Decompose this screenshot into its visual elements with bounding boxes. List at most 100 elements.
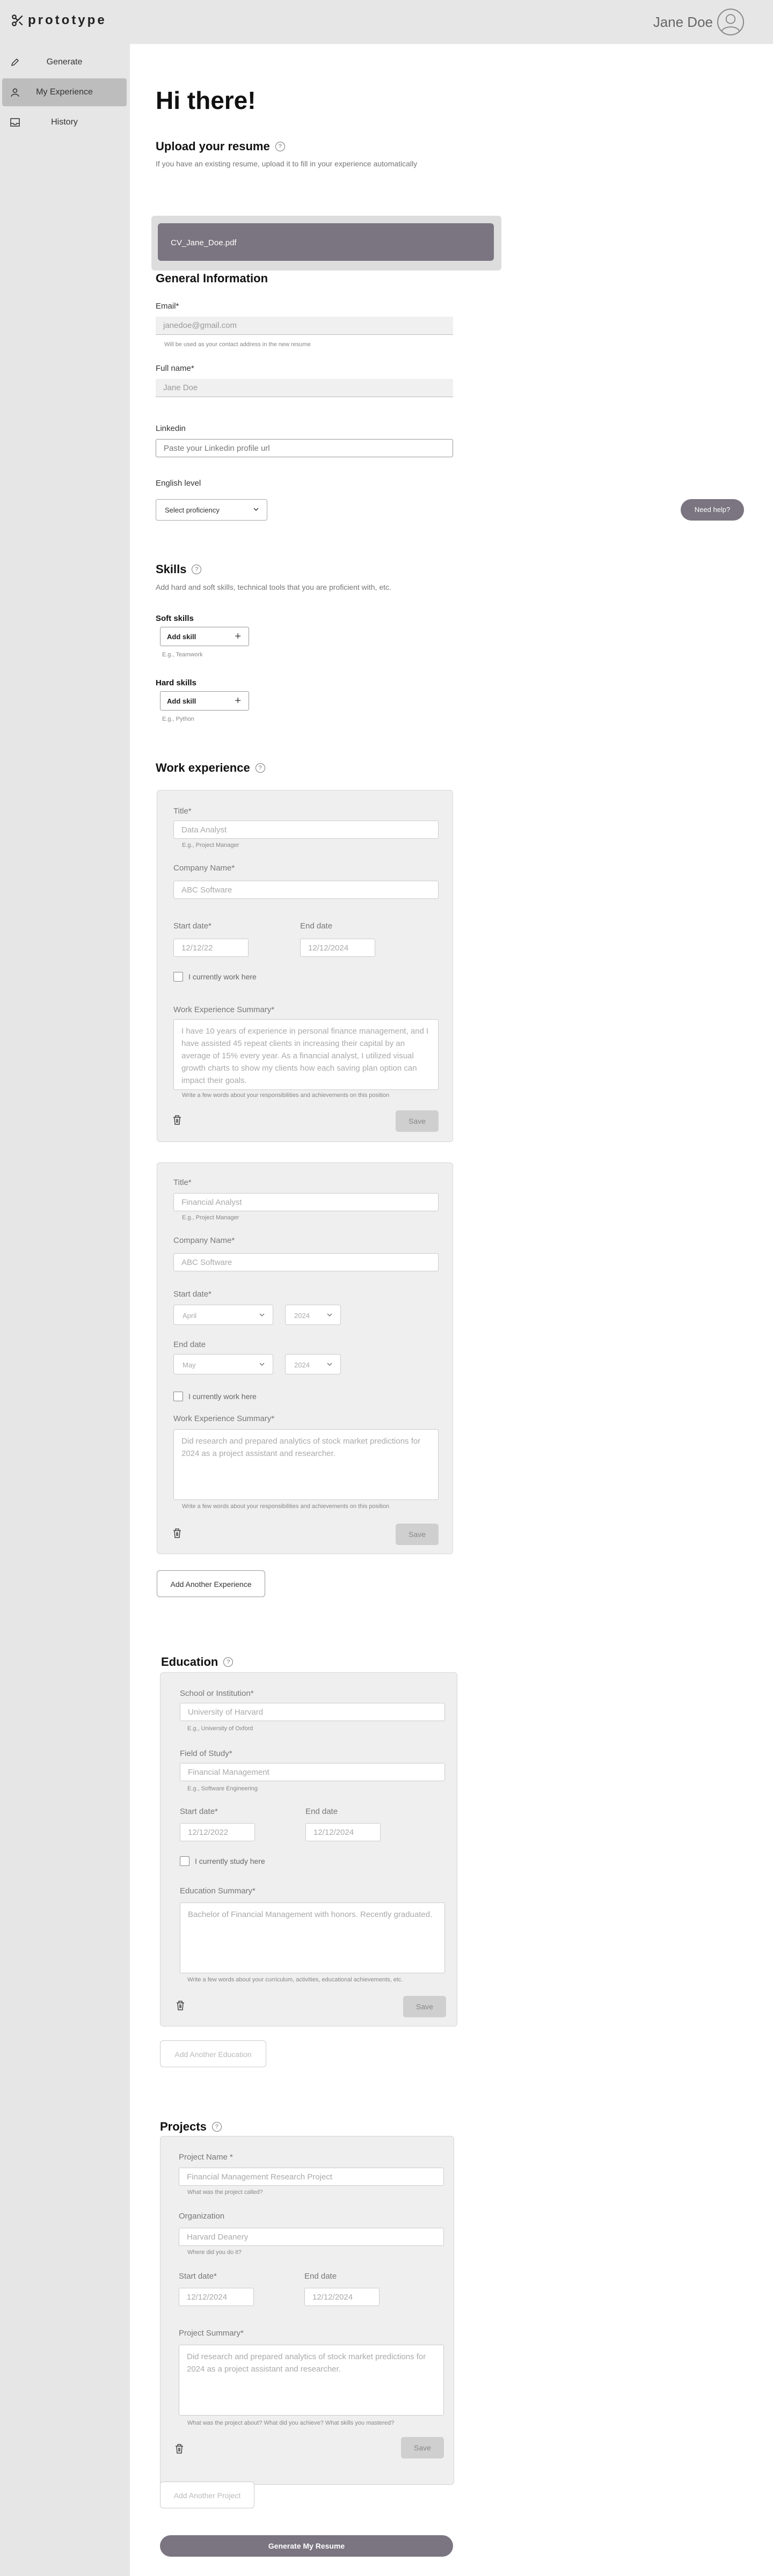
start-date-input[interactable]: 12/12/2024 [179,2288,254,2306]
organization-input[interactable]: Harvard Deanery [179,2228,444,2246]
job-title-input[interactable]: Data Analyst [173,821,439,839]
soft-skill-hint: E.g., Teamwork [162,652,203,658]
company-label: Company Name* [173,1236,235,1245]
trash-icon[interactable] [174,2443,184,2454]
project-summary-textarea[interactable]: Did research and prepared analytics of s… [179,2345,444,2416]
currently-work-checkbox[interactable] [173,972,183,982]
sidebar-item-generate[interactable]: Generate [2,48,127,76]
add-hard-skill-label: Add skill [167,697,196,705]
help-icon[interactable]: ? [212,2122,222,2132]
sidebar-item-history[interactable]: History [2,108,127,136]
upload-dropzone[interactable]: CV_Jane_Doe.pdf [151,216,501,270]
summary-hint: Write a few words about your responsibil… [182,1503,390,1510]
organization-hint: Where did you do it? [187,2249,242,2256]
end-date-input[interactable]: 12/12/2024 [300,939,375,957]
end-date-input[interactable]: 12/12/2024 [305,1823,381,1841]
start-date-label: Start date* [179,2272,217,2281]
linkedin-label: Linkedin [156,424,186,433]
start-month-select[interactable]: April [173,1305,273,1325]
project-summary-hint: What was the project about? What did you… [187,2420,395,2426]
job-title-label: Title* [173,807,192,816]
summary-label: Work Experience Summary* [173,1414,275,1423]
education-summary-textarea[interactable]: Bachelor of Financial Management with ho… [180,1902,445,1973]
start-year-select[interactable]: 2024 [285,1305,341,1325]
help-icon[interactable]: ? [223,1657,234,1667]
summary-textarea[interactable]: I have 10 years of experience in persona… [173,1019,439,1090]
save-button[interactable]: Save [403,1996,446,2017]
help-icon[interactable]: ? [275,142,285,151]
upload-title: Upload your resume [156,140,270,153]
email-label: Email* [156,302,179,311]
education-summary-hint: Write a few words about your curriculum,… [187,1977,403,1983]
chevron-down-icon [259,1363,265,1366]
save-button[interactable]: Save [396,1524,439,1545]
sidebar-item-label: History [51,118,78,127]
avatar[interactable] [717,9,744,35]
start-date-input[interactable]: 12/12/22 [173,939,249,957]
summary-hint: Write a few words about your responsibil… [182,1092,390,1099]
upload-subtitle: If you have an existing resume, upload i… [156,159,418,168]
trash-icon[interactable] [176,2000,185,2011]
start-date-input[interactable]: 12/12/2022 [180,1823,255,1841]
end-month-value: May [183,1361,196,1369]
field-of-study-hint: E.g., Software Engineering [187,1785,258,1792]
help-icon[interactable]: ? [255,763,265,773]
save-button[interactable]: Save [401,2437,444,2458]
help-icon[interactable]: ? [192,565,202,574]
email-hint: Will be used as your contact address in … [164,341,311,348]
currently-study-checkbox[interactable] [180,1856,189,1866]
uploaded-file[interactable]: CV_Jane_Doe.pdf [158,223,494,261]
hard-skills-label: Hard skills [156,678,196,687]
top-bar: prototype Jane Doe [0,0,773,44]
project-card: Project Name * Financial Management Rese… [160,2136,454,2485]
start-year-value: 2024 [294,1312,310,1320]
add-soft-skill-label: Add skill [167,633,196,641]
end-month-select[interactable]: May [173,1354,273,1374]
soft-skills-label: Soft skills [156,614,194,623]
school-label: School or Institution* [180,1689,254,1698]
sidebar: Generate My Experience History [0,44,130,2576]
job-title-label: Title* [173,1178,192,1187]
main-content: Hi there! Upload your resume ? If you ha… [130,44,773,2576]
job-title-hint: E.g., Project Manager [182,842,239,848]
english-level-label: English level [156,479,201,488]
need-help-button[interactable]: Need help? [681,499,744,521]
full-name-field[interactable]: Jane Doe [156,379,453,397]
add-education-button[interactable]: Add Another Education [160,2040,266,2067]
field-of-study-input[interactable]: Financial Management [180,1763,445,1781]
english-level-select[interactable]: Select proficiency [156,499,267,521]
skills-section-title: Skills ? [156,562,202,576]
summary-textarea[interactable]: Did research and prepared analytics of s… [173,1429,439,1500]
work-experience-card: Title* Data Analyst E.g., Project Manage… [157,790,453,1142]
sidebar-item-my-experience[interactable]: My Experience [2,78,127,106]
upload-section-title: Upload your resume ? [156,140,285,153]
company-input[interactable]: ABC Software [173,881,439,899]
save-button[interactable]: Save [396,1110,439,1132]
scissors-icon [12,14,23,26]
linkedin-input[interactable]: Paste your Linkedin profile url [156,439,453,457]
trash-icon[interactable] [172,1115,182,1125]
trash-icon[interactable] [172,1528,182,1539]
chevron-down-icon [327,1313,332,1317]
school-input[interactable]: University of Harvard [180,1703,445,1721]
email-field[interactable]: janedoe@gmail.com [156,317,453,335]
add-experience-button[interactable]: Add Another Experience [157,1570,265,1597]
currently-work-checkbox[interactable] [173,1392,183,1401]
company-input[interactable]: ABC Software [173,1253,439,1271]
add-project-button[interactable]: Add Another Project [160,2482,254,2508]
school-hint: E.g., University of Oxford [187,1725,253,1732]
start-date-label: Start date* [180,1807,218,1816]
education-card: School or Institution* University of Har… [160,1672,457,2026]
work-experience-card: Title* Financial Analyst E.g., Project M… [157,1162,453,1554]
add-soft-skill-button[interactable]: Add skill + [160,627,249,646]
end-year-value: 2024 [294,1361,310,1369]
project-name-label: Project Name * [179,2153,233,2162]
job-title-input[interactable]: Financial Analyst [173,1193,439,1211]
education-title: Education [161,1655,218,1668]
brand-logo[interactable]: prototype [11,13,107,28]
add-hard-skill-button[interactable]: Add skill + [160,691,249,711]
generate-resume-button[interactable]: Generate My Resume [160,2535,453,2557]
end-year-select[interactable]: 2024 [285,1354,341,1374]
end-date-input[interactable]: 12/12/2024 [304,2288,380,2306]
project-name-input[interactable]: Financial Management Research Project [179,2168,444,2186]
